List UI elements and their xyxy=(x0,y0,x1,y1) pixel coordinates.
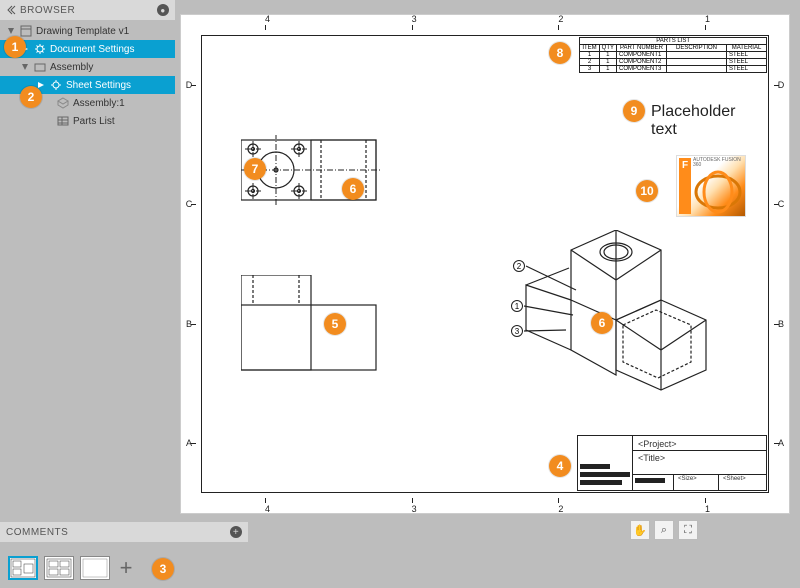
expand-arrow-icon[interactable] xyxy=(6,26,16,36)
tree-item-label: Document Settings xyxy=(50,44,135,55)
annotation-callout: 9 xyxy=(623,100,645,122)
annotation-callout: 10 xyxy=(636,180,658,202)
browser-panel: BROWSER ● Drawing Template v1 Document S… xyxy=(0,0,175,136)
table-header: DESCRIPTION xyxy=(667,45,727,52)
parts-list-title: PARTS LIST xyxy=(580,38,767,45)
product-name: AUTODESK FUSION 360 xyxy=(693,158,743,168)
annotation-callout: 6 xyxy=(591,312,613,334)
sheet-thumb[interactable] xyxy=(44,556,74,580)
component-icon xyxy=(56,96,70,110)
title-block-project: <Project> xyxy=(638,439,677,449)
ruler-bottom: 4 3 2 1 xyxy=(203,498,767,512)
ruler-tick: D xyxy=(182,80,196,90)
ruler-tick: B xyxy=(182,319,196,329)
ruler-top: 4 3 2 1 xyxy=(203,16,767,30)
assembly-icon xyxy=(33,60,47,74)
annotation-callout: 8 xyxy=(549,42,571,64)
tree-item-label: Assembly:1 xyxy=(73,98,125,109)
annotation-callout: 1 xyxy=(4,36,26,58)
table-header: MATERIAL xyxy=(727,45,767,52)
tree-item-doc-settings[interactable]: Document Settings xyxy=(0,40,175,58)
zoom-window-button[interactable]: ⌕ xyxy=(654,520,674,540)
title-block-title: <Title> xyxy=(638,453,665,463)
tree-item-template[interactable]: Drawing Template v1 xyxy=(0,22,175,40)
table-row: 11COMPONENT1STEEL xyxy=(580,52,767,59)
table-row: 21COMPONENT2STEEL xyxy=(580,59,767,66)
browser-header[interactable]: BROWSER ● xyxy=(0,0,175,20)
placeholder-text[interactable]: Placeholder text xyxy=(651,103,736,139)
view-nav-controls: ✋ ⌕ ⛶ xyxy=(630,520,698,540)
tree-item-label: Sheet Settings xyxy=(66,80,131,91)
brand-badge: F xyxy=(679,158,691,214)
tree-item-assembly[interactable]: Assembly xyxy=(0,58,175,76)
title-block-size: <Size> xyxy=(678,476,697,482)
sheet-thumb[interactable] xyxy=(80,556,110,580)
add-comment-icon[interactable]: + xyxy=(230,526,242,538)
annotation-callout: 2 xyxy=(20,86,42,108)
inserted-image[interactable]: F AUTODESK FUSION 360 xyxy=(676,155,746,217)
comments-header[interactable]: COMMENTS + xyxy=(0,522,248,542)
drawing-view-iso[interactable]: 2 1 3 xyxy=(521,230,711,400)
table-header: QTY xyxy=(599,45,616,52)
annotation-callout: 6 xyxy=(342,178,364,200)
annotation-callout: 3 xyxy=(152,558,174,580)
annotation-callout: 7 xyxy=(244,158,266,180)
title-block-sheet: <Sheet> xyxy=(723,476,746,482)
table-header: PART NUMBER xyxy=(617,45,667,52)
browser-tree: Drawing Template v1 Document Settings As… xyxy=(0,20,175,136)
gear-icon xyxy=(33,42,47,56)
ruler-tick: A xyxy=(774,438,788,448)
pan-button[interactable]: ✋ xyxy=(630,520,650,540)
annotation-callout: 5 xyxy=(324,313,346,335)
tree-item-label: Drawing Template v1 xyxy=(36,26,129,37)
title-block[interactable]: <Project> <Title> <Size> <Sheet> xyxy=(577,435,767,491)
ruler-tick: B xyxy=(774,319,788,329)
sheet-thumb[interactable] xyxy=(8,556,38,580)
drawing-view-front[interactable] xyxy=(241,275,381,375)
table-header: ITEM xyxy=(580,45,599,52)
add-sheet-button[interactable]: + xyxy=(116,558,136,578)
browser-title: BROWSER xyxy=(20,5,75,16)
annotation-callout: 4 xyxy=(549,455,571,477)
comments-title: COMMENTS xyxy=(6,527,68,538)
panel-options-icon[interactable]: ● xyxy=(157,4,169,16)
ruler-right: D C B A xyxy=(774,35,788,493)
sheet-tabs: + xyxy=(8,556,136,580)
ruler-tick: A xyxy=(182,438,196,448)
tree-item-label: Assembly xyxy=(50,62,93,73)
ruler-tick: C xyxy=(774,199,788,209)
table-row: 31COMPONENT3STEEL xyxy=(580,66,767,73)
expand-arrow-icon[interactable] xyxy=(20,62,30,72)
table-icon xyxy=(56,114,70,128)
tree-item-label: Parts List xyxy=(73,116,115,127)
zoom-fit-button[interactable]: ⛶ xyxy=(678,520,698,540)
parts-list-table[interactable]: PARTS LIST ITEM QTY PART NUMBER DESCRIPT… xyxy=(579,37,767,73)
drawing-canvas[interactable]: 4 3 2 1 4 3 2 1 D C B A D C B A xyxy=(180,14,790,514)
gear-icon xyxy=(49,78,63,92)
ruler-left: D C B A xyxy=(182,35,196,493)
collapse-icon[interactable] xyxy=(6,5,16,15)
ruler-tick: D xyxy=(774,80,788,90)
tree-item-parts-list[interactable]: Parts List xyxy=(0,112,175,130)
document-icon xyxy=(19,24,33,38)
ruler-tick: C xyxy=(182,199,196,209)
